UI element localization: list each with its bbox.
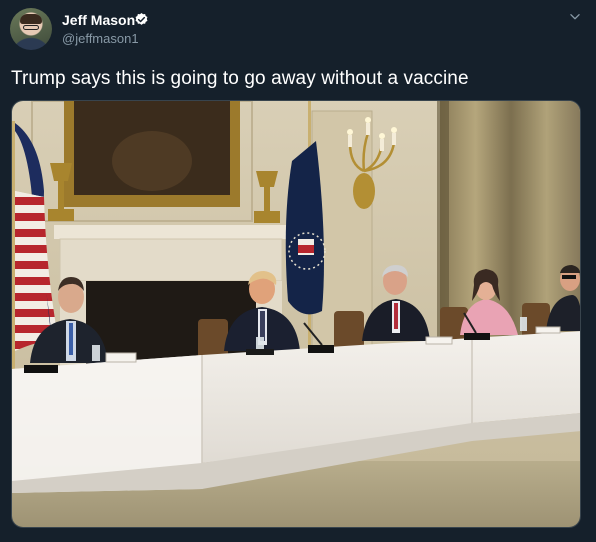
avatar-hair xyxy=(20,14,42,24)
tweet-text: Trump says this is going to go away with… xyxy=(11,68,469,89)
nameplate xyxy=(535,326,561,334)
nameplate xyxy=(24,365,58,373)
nameplate xyxy=(425,336,453,345)
mantel-frieze xyxy=(59,238,283,282)
microphone-base xyxy=(464,333,490,340)
author-handle[interactable]: @jeffmason1 xyxy=(62,31,139,46)
water-glass xyxy=(92,345,100,361)
nameplate xyxy=(246,349,274,355)
verified-badge-icon xyxy=(135,12,148,25)
tweet-media-photo[interactable] xyxy=(11,100,581,528)
mantel-top xyxy=(54,225,288,239)
photo-scene xyxy=(12,101,580,527)
chevron-down-icon[interactable] xyxy=(568,10,582,24)
tweet-card[interactable]: Jeff Mason @jeffmason1 Trump says this i… xyxy=(0,0,596,542)
chair xyxy=(198,319,228,359)
author-avatar[interactable] xyxy=(10,8,52,50)
author-name[interactable]: Jeff Mason xyxy=(62,12,135,28)
chair xyxy=(334,311,364,351)
painting-figure xyxy=(112,131,192,191)
microphone-base xyxy=(308,345,334,353)
water-glass xyxy=(520,317,527,331)
nameplate xyxy=(105,352,137,363)
avatar-glasses xyxy=(23,25,39,30)
